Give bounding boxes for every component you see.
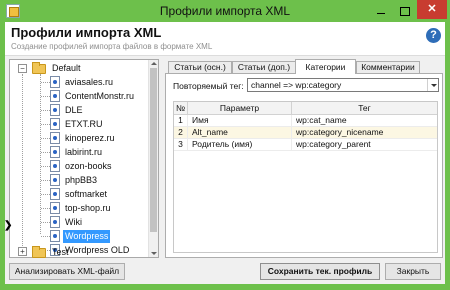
dialog-header: Профили импорта XML Создание профилей им… bbox=[5, 22, 445, 56]
profile-icon bbox=[50, 216, 60, 228]
help-icon[interactable]: ? bbox=[426, 28, 441, 43]
tab-articles-main[interactable]: Статьи (осн.) bbox=[168, 61, 232, 73]
tree-item[interactable]: aviasales.ru bbox=[10, 76, 150, 89]
tree-item-label: phpBB3 bbox=[65, 175, 98, 185]
title-bar[interactable]: Профили импорта XML ✕ bbox=[0, 0, 450, 22]
categories-panel: Повторяемый тег: channel => wp:category … bbox=[165, 73, 443, 258]
column-header[interactable]: Параметр bbox=[188, 102, 292, 115]
tab-articles-extra[interactable]: Статьи (доп.) bbox=[232, 61, 296, 73]
profile-icon bbox=[50, 146, 60, 158]
tree-item[interactable]: Wiki bbox=[10, 216, 150, 229]
tree-item[interactable]: ozon-books bbox=[10, 160, 150, 173]
table-row[interactable]: 1 Имя wp:cat_name bbox=[174, 115, 437, 127]
profile-icon bbox=[50, 90, 60, 102]
profile-icon bbox=[50, 230, 60, 242]
column-header[interactable]: № bbox=[174, 102, 188, 115]
row-number: 2 bbox=[174, 127, 188, 139]
table-row[interactable]: 3 Родитель (имя) wp:category_parent bbox=[174, 139, 437, 151]
profile-icon bbox=[50, 188, 60, 200]
tree-item-label: ETXT.RU bbox=[65, 119, 103, 129]
close-button[interactable]: Закрыть bbox=[385, 263, 441, 280]
profile-icon bbox=[50, 76, 60, 88]
tree-item[interactable]: softmarket bbox=[10, 188, 150, 201]
tree-item-label: Wordpress bbox=[63, 230, 111, 243]
collapse-icon[interactable]: − bbox=[18, 64, 27, 73]
scroll-up-icon[interactable] bbox=[151, 62, 157, 65]
tag-cell[interactable]: wp:category_parent bbox=[292, 139, 437, 151]
profile-tree[interactable]: − Default aviasales.ru ContentMonstr.ru … bbox=[9, 59, 159, 258]
save-profile-button[interactable]: Сохранить тек. профиль bbox=[260, 263, 380, 280]
expand-icon[interactable]: + bbox=[18, 247, 27, 256]
tree-item[interactable]: top-shop.ru bbox=[10, 202, 150, 215]
profile-icon bbox=[50, 174, 60, 186]
row-number: 1 bbox=[174, 115, 188, 127]
page-title: Профили импорта XML bbox=[11, 25, 162, 40]
repeat-tag-value: channel => wp:category bbox=[251, 80, 342, 90]
app-window: Профили импорта XML ✕ Профили импорта XM… bbox=[0, 0, 450, 290]
page-subtitle: Создание профилей импорта файлов в форма… bbox=[11, 42, 213, 51]
scroll-down-icon[interactable] bbox=[151, 252, 157, 255]
analyze-xml-button[interactable]: Анализировать XML-файл bbox=[9, 263, 125, 280]
tree-folder-label: Test bbox=[52, 247, 69, 257]
tree-item-label: Wiki bbox=[65, 217, 82, 227]
tab-comments[interactable]: Комментарии bbox=[356, 61, 420, 73]
param-cell[interactable]: Имя bbox=[188, 115, 292, 127]
scroll-thumb[interactable] bbox=[150, 68, 157, 232]
tree-item-label: softmarket bbox=[65, 189, 108, 199]
table-header: № Параметр Тег bbox=[174, 102, 437, 115]
profile-icon bbox=[50, 132, 60, 144]
tree-item[interactable]: labirint.ru bbox=[10, 146, 150, 159]
maximize-button[interactable] bbox=[393, 4, 415, 18]
tree-item-label: top-shop.ru bbox=[65, 203, 111, 213]
tree-item[interactable]: DLE bbox=[10, 104, 150, 117]
tree-item-label: labirint.ru bbox=[65, 147, 103, 157]
close-window-button[interactable]: ✕ bbox=[417, 0, 447, 19]
tree-folder-label: Default bbox=[52, 63, 81, 73]
param-cell[interactable]: Alt_name bbox=[188, 127, 292, 139]
repeat-tag-label: Повторяемый тег: bbox=[173, 81, 244, 91]
tab-categories[interactable]: Категории bbox=[295, 59, 356, 74]
table-row[interactable]: 2 Alt_name wp:category_nicename bbox=[174, 127, 437, 139]
tag-mapping-table[interactable]: № Параметр Тег 1 Имя wp:cat_name 2 Alt_n… bbox=[173, 101, 438, 253]
repeat-tag-select[interactable]: channel => wp:category bbox=[247, 78, 439, 92]
chevron-down-icon[interactable] bbox=[427, 79, 438, 91]
row-number: 3 bbox=[174, 139, 188, 151]
tree-item-label: kinoperez.ru bbox=[65, 133, 115, 143]
profile-icon bbox=[50, 202, 60, 214]
column-header[interactable]: Тег bbox=[292, 102, 437, 115]
folder-icon bbox=[32, 62, 46, 74]
tree-item[interactable]: ETXT.RU bbox=[10, 118, 150, 131]
tag-cell[interactable]: wp:category_nicename bbox=[292, 127, 437, 139]
minimize-button[interactable] bbox=[370, 4, 392, 18]
tag-cell[interactable]: wp:cat_name bbox=[292, 115, 437, 127]
tree-item[interactable]: phpBB3 bbox=[10, 174, 150, 187]
tree-scrollbar[interactable] bbox=[148, 60, 158, 257]
tree-item-label: ozon-books bbox=[65, 161, 112, 171]
tree-item-selected[interactable]: Wordpress bbox=[10, 230, 150, 243]
tree-folder-test[interactable]: + Test bbox=[10, 246, 150, 258]
dialog-footer: Анализировать XML-файл Сохранить тек. пр… bbox=[5, 262, 445, 284]
profile-icon bbox=[50, 104, 60, 116]
folder-icon bbox=[32, 246, 46, 258]
tree-item-label: aviasales.ru bbox=[65, 77, 114, 87]
tree-item-label: ContentMonstr.ru bbox=[65, 91, 135, 101]
tree-folder-default[interactable]: − Default bbox=[10, 62, 150, 75]
tree-item[interactable]: ContentMonstr.ru bbox=[10, 90, 150, 103]
current-row-pointer-icon: ❯ bbox=[4, 220, 13, 231]
dialog-client: Профили импорта XML Создание профилей им… bbox=[4, 22, 445, 284]
profile-icon bbox=[50, 118, 60, 130]
tree-item[interactable]: kinoperez.ru bbox=[10, 132, 150, 145]
tab-strip: Статьи (осн.) Статьи (доп.) Категории Ко… bbox=[168, 59, 440, 74]
param-cell[interactable]: Родитель (имя) bbox=[188, 139, 292, 151]
profile-icon bbox=[50, 160, 60, 172]
tree-item-label: DLE bbox=[65, 105, 83, 115]
